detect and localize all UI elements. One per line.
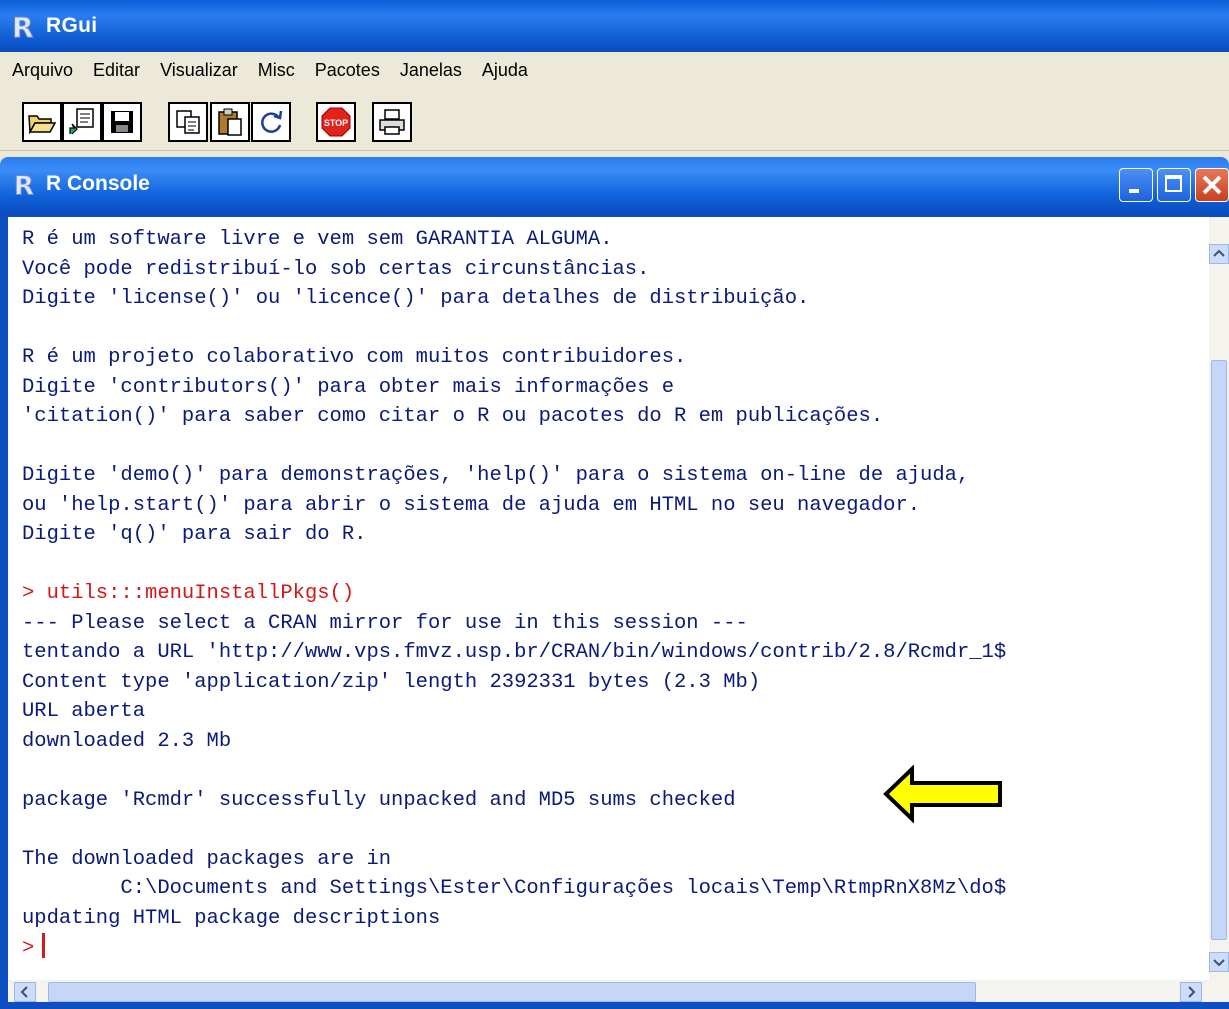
console-output-line: URL aberta: [22, 700, 146, 723]
menu-item-editar[interactable]: Editar: [93, 60, 140, 81]
console-prompt: >: [22, 937, 35, 960]
menu-item-arquivo[interactable]: Arquivo: [12, 60, 73, 81]
console-output-line: ou 'help.start()' para abrir o sistema d…: [22, 493, 921, 517]
open-script-icon[interactable]: [22, 102, 62, 142]
svg-text:R: R: [14, 171, 34, 198]
paste-icon[interactable]: [210, 102, 250, 142]
scroll-up-button[interactable]: [1209, 244, 1229, 264]
refresh-icon[interactable]: [251, 102, 291, 142]
console-output-line: Você pode redistribuí-lo sob certas circ…: [22, 257, 650, 281]
menu-item-janelas[interactable]: Janelas: [400, 60, 462, 81]
console-title-bar[interactable]: R R Console: [0, 157, 1229, 211]
console-output-line: [22, 432, 1006, 462]
console-output-line: Digite 'license()' ou 'licence()' para d…: [22, 287, 810, 310]
console-output-line: [22, 550, 1006, 580]
load-workspace-icon[interactable]: [62, 102, 102, 142]
scroll-down-button[interactable]: [1209, 952, 1229, 972]
scroll-right-button[interactable]: [1180, 982, 1202, 1002]
console-output-line: [22, 756, 1006, 786]
vertical-scroll-thumb[interactable]: [1211, 360, 1227, 940]
menu-bar: Arquivo Editar Visualizar Misc Pacotes Janela…: [0, 52, 1229, 88]
console-command-line: > utils:::menuInstallPkgs(): [22, 582, 355, 605]
r-console-logo-icon: R: [13, 171, 34, 198]
print-icon[interactable]: [372, 102, 412, 142]
console-output-line: R é um software livre e vem sem GARANTIA…: [22, 228, 613, 251]
console-output-line: C:\Documents and Settings\Ester\Configur…: [22, 877, 1007, 900]
maximize-button[interactable]: [1157, 168, 1191, 202]
horizontal-scroll-thumb[interactable]: [48, 982, 976, 1002]
svg-text:STOP: STOP: [324, 118, 348, 128]
console-output-line: Digite 'contributors()' para obter mais …: [22, 375, 675, 399]
scroll-left-button[interactable]: [14, 982, 36, 1002]
save-icon[interactable]: [102, 102, 142, 142]
close-button[interactable]: [1195, 168, 1229, 202]
console-output-area[interactable]: R é um software livre e vem sem GARANTIA…: [8, 217, 1209, 980]
console-output-line: Digite 'q()' para sair do R.: [22, 523, 367, 546]
console-output-line: downloaded 2.3 Mb: [22, 729, 232, 753]
console-output-line: Content type 'application/zip' length 23…: [22, 670, 761, 694]
menu-item-misc[interactable]: Misc: [258, 60, 295, 81]
annotation-arrow-icon: [883, 765, 1002, 823]
console-prompt-line[interactable]: >: [22, 933, 1006, 963]
menu-item-ajuda[interactable]: Ajuda: [482, 60, 528, 81]
menu-item-visualizar[interactable]: Visualizar: [160, 60, 238, 81]
console-title: R Console: [46, 172, 150, 195]
console-output-line: [22, 815, 1006, 845]
menu-item-pacotes[interactable]: Pacotes: [315, 60, 380, 81]
stop-icon[interactable]: STOP: [316, 102, 356, 142]
console-output-line: updating HTML package descriptions: [22, 906, 441, 930]
app-title: RGui: [46, 14, 98, 37]
minimize-button[interactable]: [1119, 168, 1153, 202]
console-lines: R é um software livre e vem sem GARANTIA…: [22, 225, 1006, 963]
console-output-line: package 'Rcmdr' successfully unpacked an…: [22, 788, 736, 812]
console-output-line: R é um projeto colaborativo com muitos c…: [22, 346, 687, 369]
console-output-line: --- Please select a CRAN mirror for use …: [22, 611, 748, 635]
console-output-line: tentando a URL 'http://www.vps.fmvz.usp.…: [22, 641, 1007, 664]
console-output-line: [22, 314, 1006, 344]
app-title-bar[interactable]: R RGui: [0, 0, 1229, 52]
console-output-line: Digite 'demo()' para demonstrações, 'hel…: [22, 464, 970, 487]
copy-icon[interactable]: [168, 102, 208, 142]
text-cursor: [42, 933, 46, 958]
console-output-line: 'citation()' para saber como citar o R o…: [22, 405, 884, 428]
svg-text:R: R: [12, 11, 34, 41]
console-output-line: The downloaded packages are in: [22, 847, 392, 871]
r-logo-icon: R: [12, 11, 35, 41]
